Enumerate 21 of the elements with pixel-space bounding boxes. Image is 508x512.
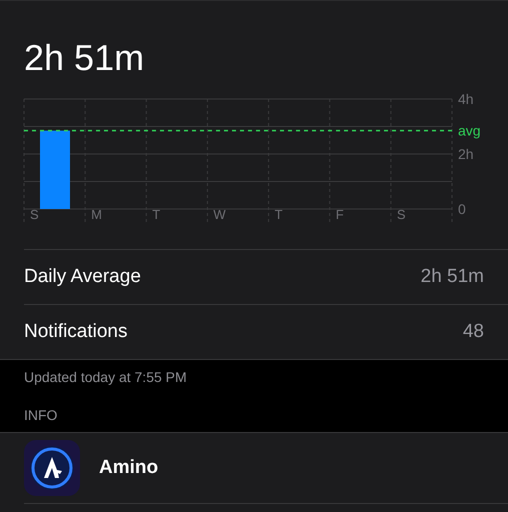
app-row[interactable]: Amino <box>24 433 508 504</box>
axis-label: T <box>152 207 160 222</box>
stat-value: 48 <box>462 321 484 343</box>
stat-label: Daily Average <box>24 266 141 288</box>
stat-label: Notifications <box>24 321 128 343</box>
updated-note: Updated today at 7:55 PM <box>24 369 188 385</box>
axis-label: M <box>91 207 102 222</box>
axis-label: S <box>30 207 39 222</box>
app-icon <box>24 440 80 496</box>
axis-label: 4h <box>458 91 474 107</box>
axis-label: W <box>213 207 226 222</box>
average-label: avg <box>458 122 481 139</box>
axis-label: 0 <box>458 201 466 217</box>
axis-label: F <box>336 207 344 222</box>
total-time: 2h 51m <box>23 36 146 80</box>
stat-value: 2h 51m <box>420 266 484 288</box>
axis-label: 2h <box>458 146 474 162</box>
app-name: Amino <box>99 457 158 479</box>
section-header: INFO <box>24 407 58 423</box>
axis-label: S <box>396 207 406 222</box>
axis-label: T <box>274 207 283 222</box>
